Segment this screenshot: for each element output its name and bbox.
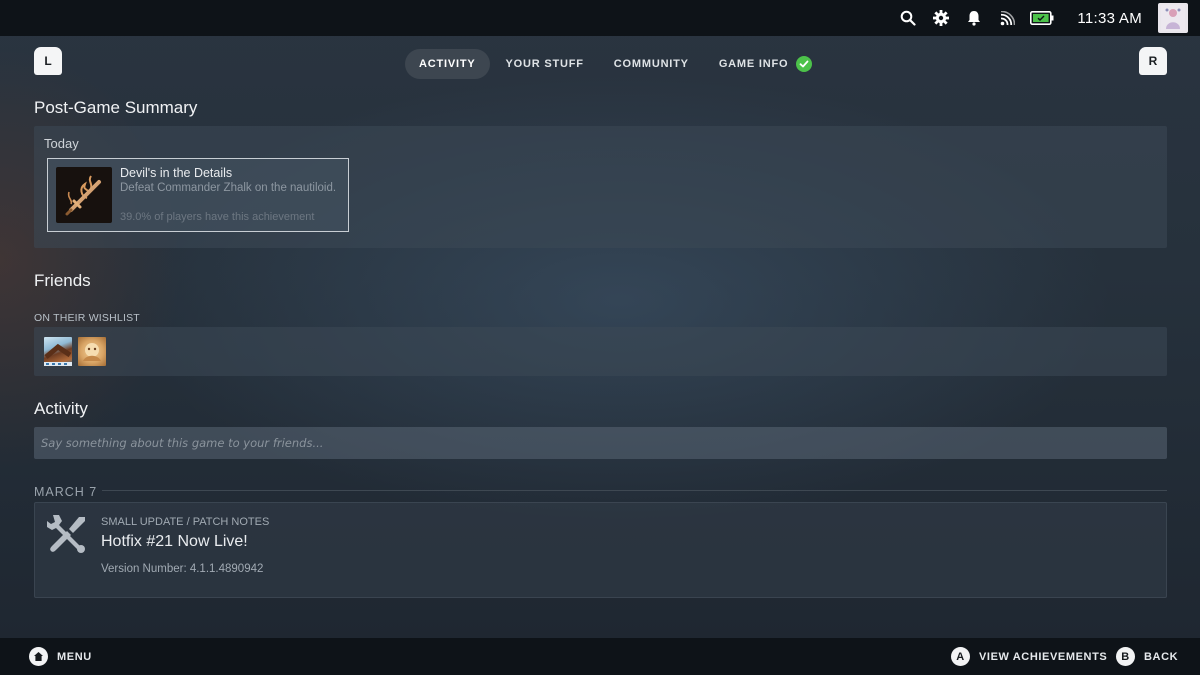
wishlist-game-2[interactable] (78, 337, 106, 366)
tab-game-info[interactable]: GAME INFO (705, 49, 827, 79)
today-label: Today (44, 136, 79, 151)
friends-heading: Friends (34, 271, 91, 290)
battery-icon (1029, 7, 1055, 29)
news-type-label: SMALL UPDATE / PATCH NOTES (101, 516, 270, 528)
tab-community[interactable]: COMMUNITY (600, 49, 703, 79)
tab-activity[interactable]: ACTIVITY (405, 49, 490, 79)
sword-flame-icon (56, 167, 112, 223)
back-button[interactable]: B BACK (1116, 647, 1178, 666)
tab-game-info-label: GAME INFO (718, 58, 789, 70)
wishlist-label: ON THEIR WISHLIST (34, 312, 140, 324)
tab-your-stuff[interactable]: YOUR STUFF (492, 49, 598, 79)
news-title: Hotfix #21 Now Live! (101, 533, 248, 550)
wrench-screwdriver-icon (45, 513, 89, 562)
achievement-percent: 39.0% of players have this achievement (120, 211, 315, 223)
wishlist-game-1[interactable] (44, 337, 72, 366)
view-achievements-label: VIEW ACHIEVEMENTS (979, 650, 1108, 663)
view-achievements-button[interactable]: A VIEW ACHIEVEMENTS (951, 647, 1107, 666)
menu-button[interactable]: MENU (29, 647, 92, 666)
a-button-icon: A (951, 647, 970, 666)
clock: 11:33 AM (1077, 9, 1142, 27)
avatar[interactable] (1158, 3, 1188, 33)
date-divider: MARCH 7 (34, 483, 1167, 501)
back-label: BACK (1144, 650, 1179, 663)
wishlist-panel (34, 327, 1167, 376)
achievement-name: Devil's in the Details (120, 166, 233, 180)
activity-heading: Activity (34, 399, 88, 418)
bottom-bar: MENU A VIEW ACHIEVEMENTS B BACK (0, 638, 1200, 675)
right-bumper-button[interactable]: R (1139, 47, 1167, 75)
achievement-description: Defeat Commander Zhalk on the nautiloid. (120, 182, 337, 194)
search-icon[interactable] (897, 7, 919, 29)
tab-bar: ACTIVITY YOUR STUFF COMMUNITY GAME INFO (405, 49, 828, 79)
menu-label: MENU (57, 650, 92, 663)
activity-post-input[interactable]: Say something about this game to your fr… (34, 427, 1167, 459)
b-button-icon: B (1116, 647, 1135, 666)
post-game-panel: Today Devil's in the Details Defeat Comm… (34, 126, 1167, 248)
left-bumper-button[interactable]: L (34, 47, 62, 75)
date-label: MARCH 7 (34, 485, 98, 499)
gear-icon[interactable] (930, 7, 952, 29)
home-icon (29, 647, 48, 666)
divider-line (102, 490, 1167, 491)
post-game-summary-heading: Post-Game Summary (34, 98, 198, 117)
bell-icon[interactable] (963, 7, 985, 29)
news-card[interactable]: SMALL UPDATE / PATCH NOTES Hotfix #21 No… (34, 502, 1167, 598)
wifi-icon[interactable] (996, 7, 1018, 29)
status-bar: 11:33 AM (0, 0, 1200, 36)
achievement-card[interactable]: Devil's in the Details Defeat Commander … (47, 158, 349, 232)
news-version: Version Number: 4.1.1.4890942 (101, 563, 264, 575)
check-circle-icon (796, 56, 813, 72)
